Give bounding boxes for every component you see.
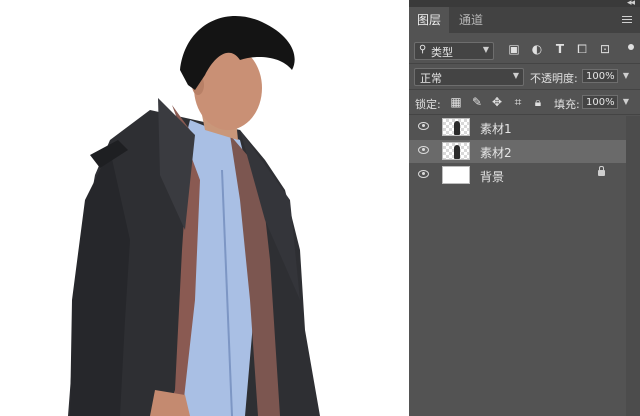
visibility-eye-icon[interactable] [418, 146, 429, 154]
filter-toggle-icon[interactable] [628, 44, 634, 50]
document-canvas[interactable] [0, 0, 409, 416]
opacity-dropdown-icon[interactable]: ▼ [620, 69, 632, 83]
layer-thumbnail [442, 142, 470, 160]
image-filter-icon[interactable]: ▣ [507, 42, 521, 56]
layer-row-selected[interactable]: 素材2 [409, 140, 627, 163]
lock-image-pixels-icon[interactable]: ✎ [470, 95, 484, 109]
chevron-down-icon: ▼ [482, 45, 489, 54]
layer-row[interactable]: 素材1 [409, 116, 627, 139]
layer-name: 素材2 [480, 146, 512, 160]
lock-position-icon[interactable]: ✥ [490, 95, 504, 109]
layer-name: 背景 [480, 170, 505, 184]
chevron-down-icon: ▼ [512, 71, 519, 80]
layer-name: 素材1 [480, 122, 512, 136]
visibility-eye-icon[interactable] [418, 170, 429, 178]
opacity-input[interactable]: 100% [582, 69, 618, 83]
divider [409, 114, 640, 115]
blend-mode-select[interactable]: 正常 ▼ [414, 68, 524, 86]
opacity-label: 不透明度: [530, 72, 578, 85]
fill-dropdown-icon[interactable]: ▼ [620, 95, 632, 109]
layer-thumbnail [442, 166, 470, 184]
lock-label: 锁定: [415, 98, 441, 111]
blend-mode-value: 正常 [420, 72, 442, 85]
adjustment-filter-icon[interactable]: ◐ [530, 42, 544, 56]
tab-layers[interactable]: 图层 [409, 7, 449, 33]
filter-kind-label: 类型 [431, 46, 453, 59]
lock-transparent-pixels-icon[interactable]: ▦ [449, 95, 463, 109]
layer-filter-select[interactable]: ⚲ 类型 ▼ [414, 42, 494, 60]
layers-panel: ◂◂ 图层 通道 ⚲ 类型 ▼ ▣ ◐ T ⧠ ⊡ 正常 ▼ 不透明度: 100… [409, 0, 640, 416]
panel-tabs: 图层 通道 [409, 7, 640, 33]
lock-artboard-icon[interactable]: ⌗ [511, 95, 525, 109]
smart-object-filter-icon[interactable]: ⊡ [598, 42, 612, 56]
panel-header-strip: ◂◂ [409, 0, 640, 8]
divider [409, 63, 640, 64]
layers-scrollbar[interactable] [626, 116, 640, 416]
lock-all-icon[interactable]: 🔒︎ [531, 95, 545, 109]
layer-thumbnail [442, 118, 470, 136]
panel-menu-icon[interactable] [622, 16, 632, 24]
person-photo [68, 15, 320, 416]
fill-input[interactable]: 100% [582, 95, 618, 109]
divider [409, 89, 640, 90]
lock-icon [598, 166, 605, 176]
shape-filter-icon[interactable]: ⧠ [575, 42, 589, 56]
visibility-eye-icon[interactable] [418, 122, 429, 130]
fill-label: 填充: [554, 98, 580, 111]
type-filter-icon[interactable]: T [553, 42, 567, 56]
tab-channels[interactable]: 通道 [453, 7, 489, 33]
search-icon: ⚲ [419, 44, 427, 55]
layer-row[interactable]: 背景 [409, 164, 627, 187]
